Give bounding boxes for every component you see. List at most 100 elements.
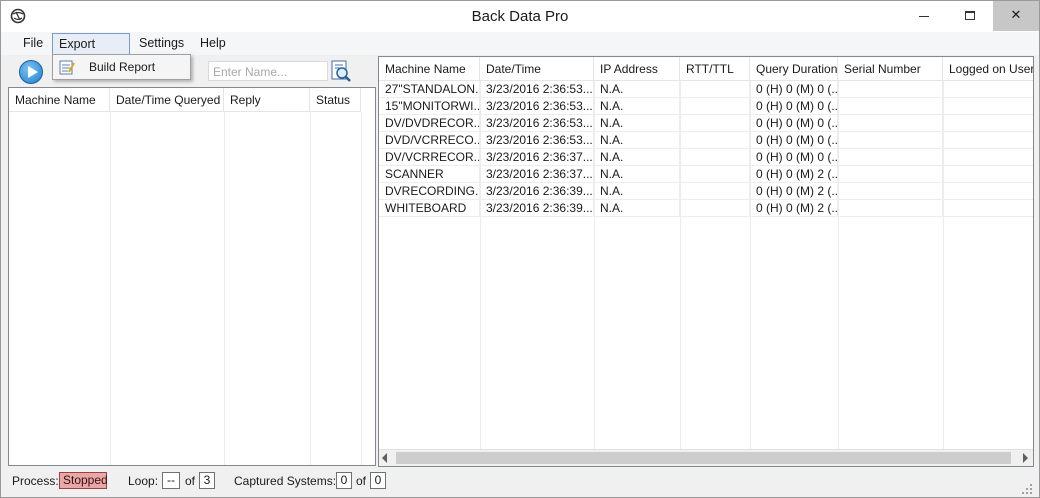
- table-cell: N.A.: [594, 149, 680, 165]
- table-cell: [943, 149, 1033, 165]
- table-cell: [943, 132, 1033, 148]
- table-cell: 3/23/2016 2:36:37...: [480, 149, 594, 165]
- table-cell: [680, 183, 750, 199]
- query-list-header: Machine Name Date/Time Queryed Reply Sta…: [9, 88, 361, 112]
- table-cell: [680, 149, 750, 165]
- query-list-body: [9, 112, 375, 465]
- results-rows: 27"STANDALON... 3/23/2016 2:36:53... N.A. 0…: [379, 81, 1033, 217]
- menu-help[interactable]: Help: [194, 33, 232, 54]
- table-cell: DVRECORDING...: [379, 183, 480, 199]
- menu-settings[interactable]: Settings: [133, 33, 190, 54]
- query-panel: Machine Name Date/Time Queryed Reply Sta…: [8, 55, 376, 467]
- table-cell: [680, 115, 750, 131]
- menu-file[interactable]: File: [17, 33, 49, 54]
- table-cell: N.A.: [594, 132, 680, 148]
- table-row[interactable]: DVRECORDING... 3/23/2016 2:36:39... N.A. 0 …: [379, 183, 1033, 200]
- table-cell: DV/VCRRECOR...: [379, 149, 480, 165]
- close-button[interactable]: ✕: [993, 1, 1039, 31]
- query-search-icon[interactable]: [330, 59, 352, 83]
- table-cell: [943, 81, 1033, 97]
- table-row[interactable]: 27"STANDALON... 3/23/2016 2:36:53... N.A. 0…: [379, 81, 1033, 98]
- column-header[interactable]: Date/Time: [480, 57, 594, 81]
- menu-export-data[interactable]: Export Data: [52, 33, 130, 72]
- app-window: Back Data Pro ✕ File Export Data Setting…: [0, 0, 1040, 498]
- column-header[interactable]: RTT/TTL: [680, 57, 750, 81]
- column-header[interactable]: Machine Name: [9, 88, 110, 112]
- process-label: Process:: [12, 474, 59, 488]
- column-header[interactable]: Reply: [224, 88, 310, 112]
- search-box: [208, 61, 328, 81]
- title-bar: Back Data Pro ✕: [1, 1, 1039, 32]
- loop-label: Loop:: [128, 474, 159, 488]
- scroll-right-icon[interactable]: [1023, 453, 1028, 463]
- table-cell: [838, 166, 943, 182]
- table-cell: N.A.: [594, 81, 680, 97]
- menu-bar: File Export Data Settings Help: [1, 32, 1039, 72]
- table-row[interactable]: 15"MONITORWI... 3/23/2016 2:36:53... N.A. 0…: [379, 98, 1033, 115]
- table-cell: 3/23/2016 2:36:39...: [480, 183, 594, 199]
- machine-name-input[interactable]: [213, 64, 323, 80]
- table-cell: [943, 98, 1033, 114]
- table-cell: 3/23/2016 2:36:53...: [480, 132, 594, 148]
- table-cell: 3/23/2016 2:36:53...: [480, 98, 594, 114]
- table-row[interactable]: DV/VCRRECOR... 3/23/2016 2:36:37... N.A. 0 …: [379, 149, 1033, 166]
- captured-total-value: 0: [370, 472, 386, 489]
- table-row[interactable]: DV/DVDRECOR... 3/23/2016 2:36:53... N.A. 0 …: [379, 115, 1033, 132]
- loop-current-value: --: [162, 472, 180, 489]
- table-cell: 3/23/2016 2:36:53...: [480, 81, 594, 97]
- table-cell: [838, 115, 943, 131]
- table-cell: N.A.: [594, 115, 680, 131]
- column-header[interactable]: Logged on User: [943, 57, 1033, 81]
- table-cell: 0 (H) 0 (M) 0 (...: [750, 132, 838, 148]
- window-title: Back Data Pro: [471, 8, 569, 25]
- column-header[interactable]: IP Address: [594, 57, 680, 81]
- table-cell: [680, 98, 750, 114]
- maximize-button[interactable]: [947, 1, 993, 31]
- table-cell: [680, 81, 750, 97]
- column-header[interactable]: Status: [310, 88, 361, 112]
- minimize-button[interactable]: [901, 1, 947, 31]
- results-grid[interactable]: Machine Name Date/Time IP Address RTT/TT…: [378, 56, 1034, 467]
- table-cell: [838, 149, 943, 165]
- table-row[interactable]: WHITEBOARD 3/23/2016 2:36:39... N.A. 0 (H) …: [379, 200, 1033, 217]
- horizontal-scrollbar[interactable]: [379, 449, 1033, 466]
- captured-current-value: 0: [336, 472, 352, 489]
- scroll-left-icon[interactable]: [382, 453, 387, 463]
- captured-systems-label: Captured Systems:: [234, 474, 337, 488]
- table-cell: 0 (H) 0 (M) 0 (...: [750, 115, 838, 131]
- column-header[interactable]: Query Duration: [750, 57, 838, 81]
- table-cell: [838, 200, 943, 216]
- table-cell: [680, 132, 750, 148]
- table-cell: 0 (H) 0 (M) 2 (...: [750, 166, 838, 182]
- scrollbar-thumb[interactable]: [396, 452, 1011, 464]
- table-cell: N.A.: [594, 166, 680, 182]
- start-button[interactable]: [19, 60, 43, 84]
- resize-grip-icon[interactable]: [1021, 483, 1033, 495]
- table-cell: DV/DVDRECOR...: [379, 115, 480, 131]
- table-cell: 0 (H) 0 (M) 0 (...: [750, 81, 838, 97]
- table-cell: 15"MONITORWI...: [379, 98, 480, 114]
- table-cell: 0 (H) 0 (M) 2 (...: [750, 200, 838, 216]
- table-cell: N.A.: [594, 98, 680, 114]
- table-cell: [943, 166, 1033, 182]
- table-cell: 27"STANDALON...: [379, 81, 480, 97]
- table-cell: 3/23/2016 2:36:37...: [480, 166, 594, 182]
- menu-item-build-report[interactable]: Build Report: [53, 55, 190, 79]
- table-cell: 0 (H) 0 (M) 2 (...: [750, 183, 838, 199]
- table-row[interactable]: SCANNER 3/23/2016 2:36:37... N.A. 0 (H) 0 (…: [379, 166, 1033, 183]
- query-list[interactable]: Machine Name Date/Time Queryed Reply Sta…: [8, 87, 376, 466]
- table-cell: SCANNER: [379, 166, 480, 182]
- column-header[interactable]: Machine Name: [379, 57, 480, 81]
- play-icon: [28, 66, 38, 78]
- table-cell: [943, 115, 1033, 131]
- loop-total-value: 3: [199, 472, 215, 489]
- captured-of-label: of: [356, 474, 367, 488]
- table-cell: N.A.: [594, 200, 680, 216]
- close-icon: ✕: [1010, 7, 1022, 22]
- table-cell: [838, 98, 943, 114]
- column-header[interactable]: Serial Number: [838, 57, 943, 81]
- table-row[interactable]: DVD/VCRRECO... 3/23/2016 2:36:53... N.A. 0 …: [379, 132, 1033, 149]
- table-cell: 3/23/2016 2:36:53...: [480, 115, 594, 131]
- column-header[interactable]: Date/Time Queryed: [110, 88, 224, 112]
- table-cell: [943, 200, 1033, 216]
